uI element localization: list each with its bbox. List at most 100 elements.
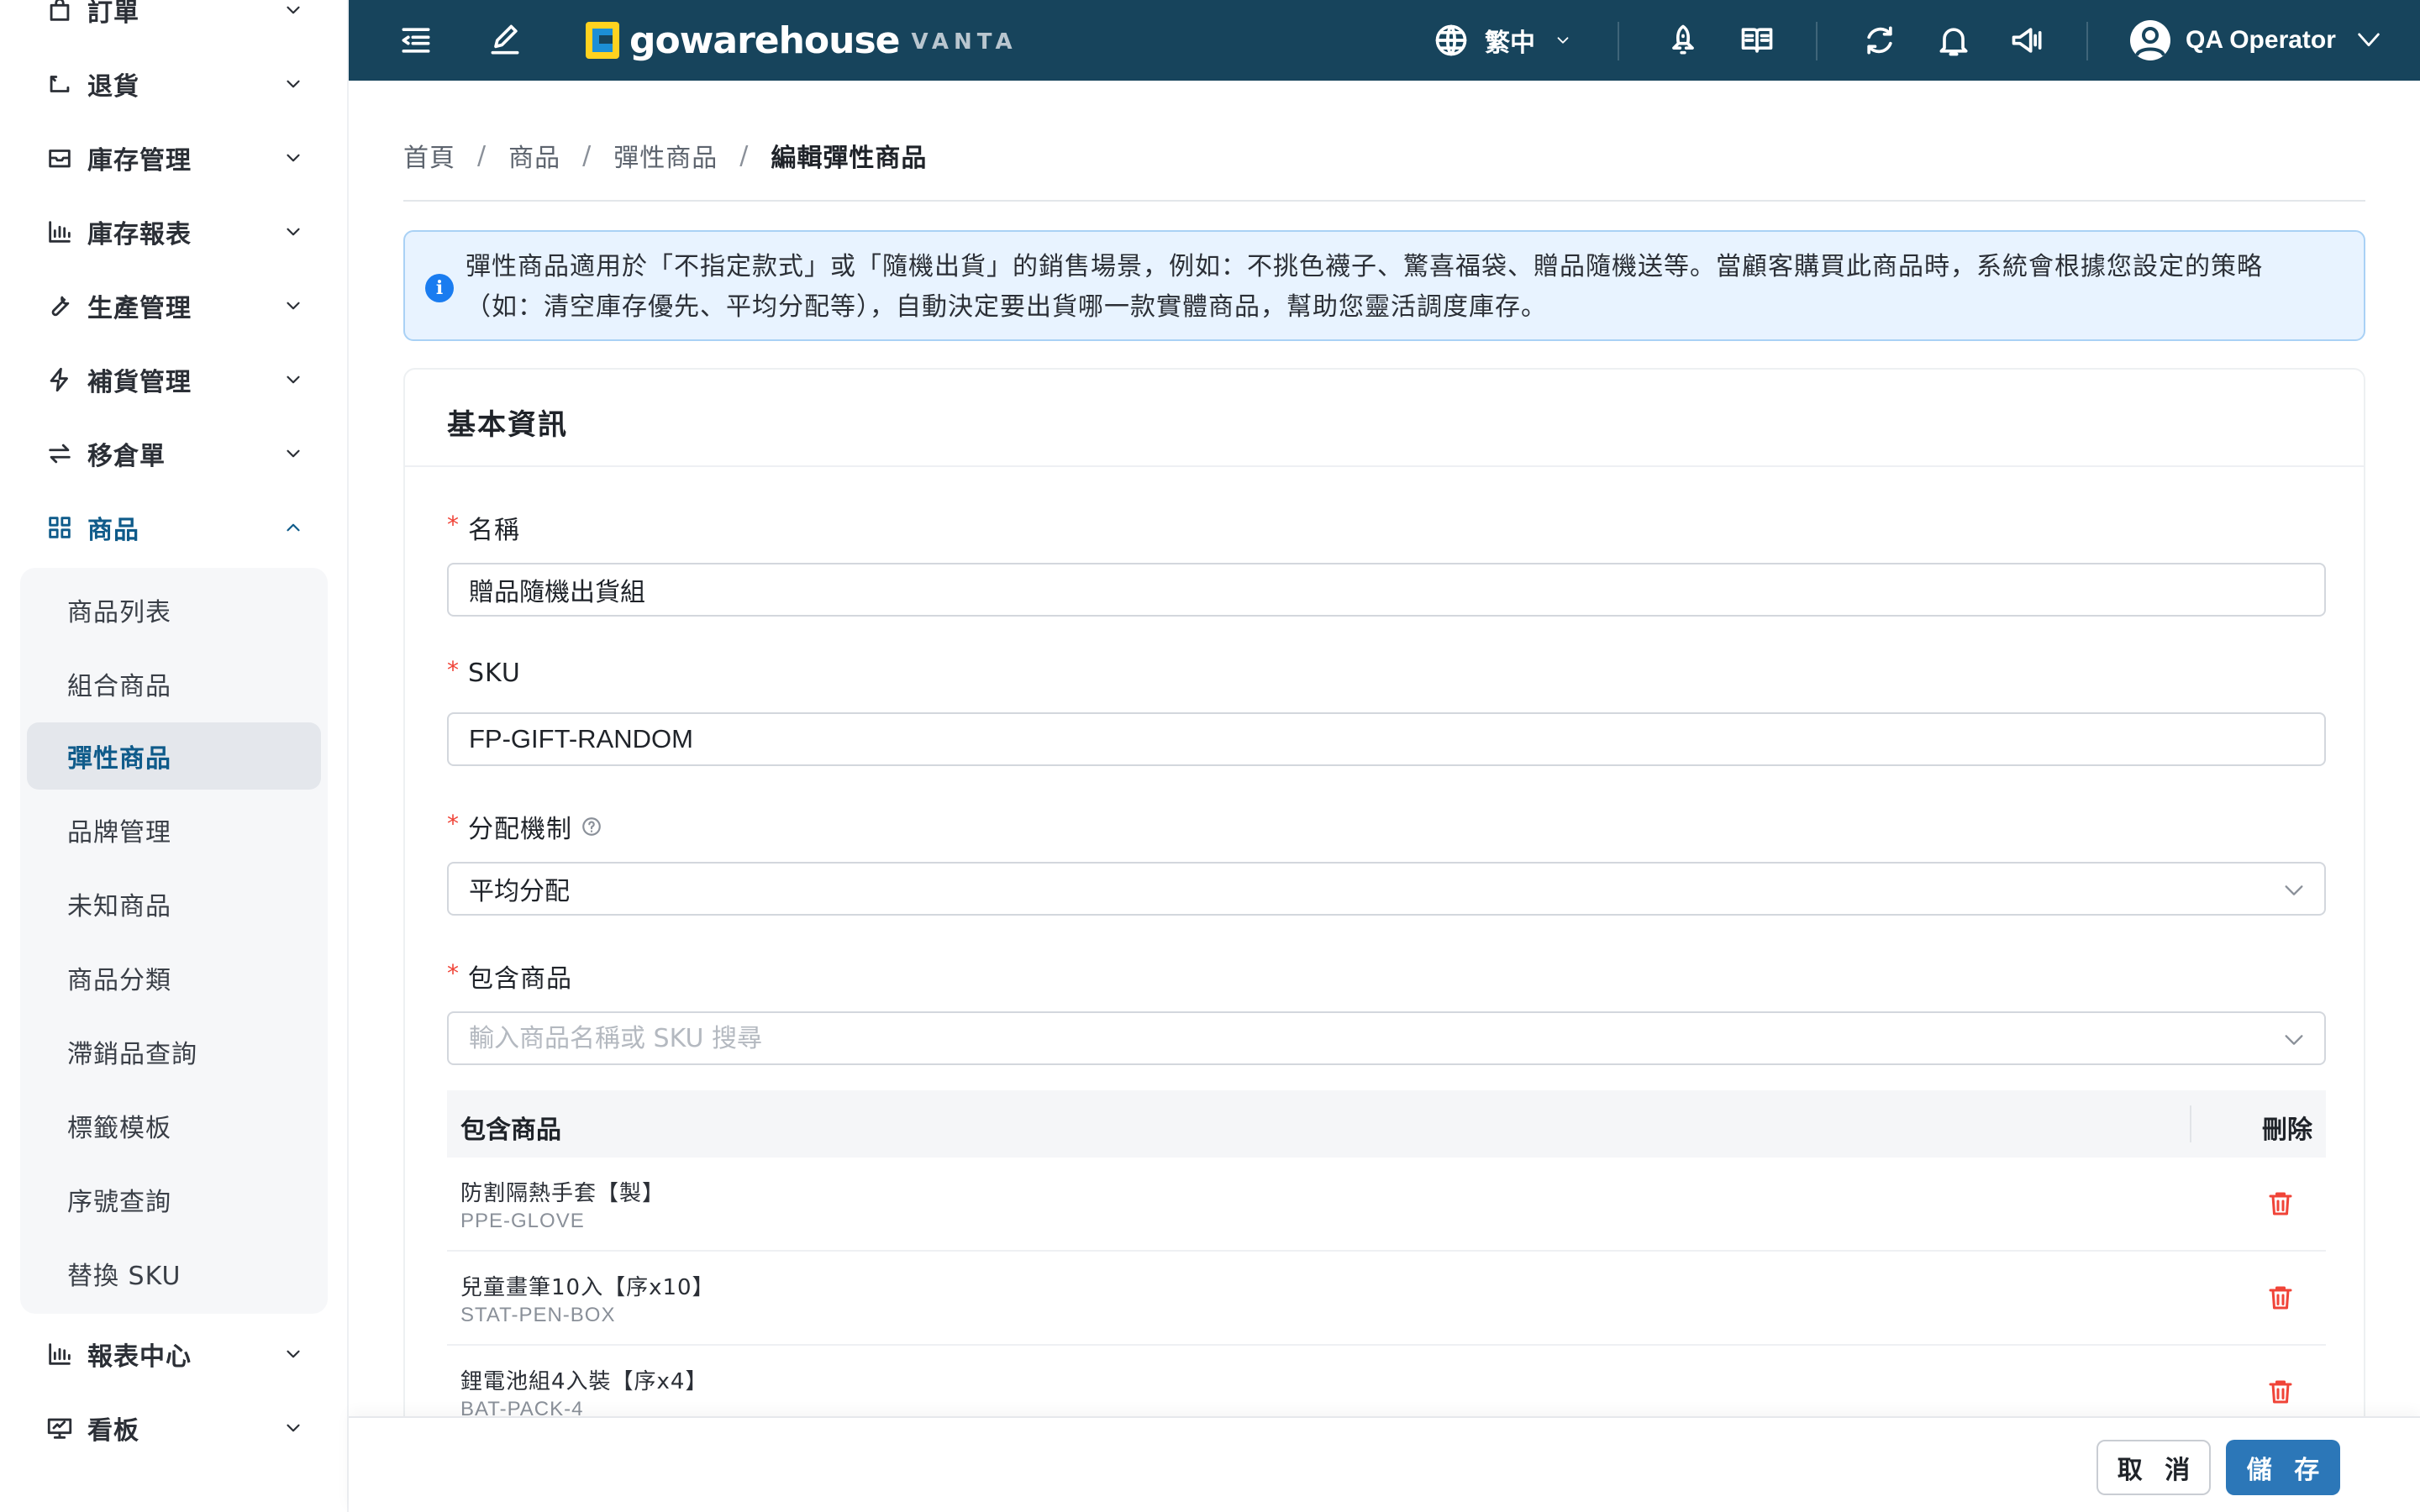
chevron-down-icon bbox=[2282, 879, 2306, 902]
breadcrumb-flexible-products[interactable]: 彈性商品 bbox=[613, 137, 718, 174]
sidebar-item-label: 生產管理 bbox=[87, 294, 192, 323]
chevron-down-icon bbox=[282, 221, 304, 243]
menu-fold-icon[interactable] bbox=[397, 22, 434, 59]
sidebar-item-label: 移倉單 bbox=[87, 442, 166, 471]
logo-subtitle: VANTA bbox=[911, 29, 1018, 55]
sidebar-item-inventory[interactable]: 庫存管理 bbox=[27, 133, 329, 183]
edit-icon[interactable] bbox=[487, 22, 523, 59]
bar-chart-icon bbox=[45, 1340, 74, 1368]
submenu-item-label-templates[interactable]: 標籤模板 bbox=[27, 1092, 321, 1159]
submenu-item-replace-sku[interactable]: 替換 SKU bbox=[27, 1240, 321, 1307]
sidebar-item-report-center[interactable]: 報表中心 bbox=[27, 1329, 329, 1379]
inbox-icon bbox=[45, 144, 74, 172]
sidebar-item-transfer[interactable]: 移倉單 bbox=[27, 428, 329, 479]
bell-icon[interactable] bbox=[1935, 22, 1972, 59]
question-circle-icon[interactable] bbox=[581, 816, 602, 837]
return-icon bbox=[45, 70, 74, 98]
sidebar-item-products[interactable]: 商品 bbox=[27, 502, 329, 553]
sidebar-item-label: 退貨 bbox=[87, 72, 139, 102]
table-row: 兒童畫筆10入【序x10】 STAT-PEN-BOX bbox=[447, 1252, 2326, 1346]
form-footer: 取 消 儲 存 bbox=[349, 1416, 2420, 1512]
book-icon[interactable] bbox=[1739, 22, 1776, 59]
logo-text: gowarehouse bbox=[629, 18, 901, 62]
topbar-divider bbox=[1618, 22, 1619, 60]
name-field[interactable]: 贈品隨機出貨組 bbox=[447, 563, 2326, 617]
sidebar-item-label: 庫存報表 bbox=[87, 220, 192, 249]
sku-field-label: * SKU bbox=[447, 656, 521, 688]
chevron-down-icon bbox=[282, 73, 304, 95]
submenu-item-slow-moving[interactable]: 滯銷品查詢 bbox=[27, 1018, 321, 1085]
submenu-item-flexible-products[interactable]: 彈性商品 bbox=[27, 722, 321, 790]
column-header-delete: 刪除 bbox=[2262, 1116, 2312, 1145]
sidebar-item-label: 報表中心 bbox=[87, 1342, 192, 1372]
product-sku: PPE-GLOVE bbox=[460, 1210, 585, 1232]
chevron-down-icon bbox=[282, 1343, 304, 1365]
allocation-select[interactable]: 平均分配 bbox=[447, 862, 2326, 916]
sku-field[interactable]: FP-GIFT-RANDOM bbox=[447, 712, 2326, 766]
submenu-item-bundle-products[interactable]: 組合商品 bbox=[27, 650, 321, 717]
chevron-down-icon bbox=[1554, 31, 1572, 50]
submenu-item-product-list[interactable]: 商品列表 bbox=[27, 576, 321, 643]
sidebar-item-replenishment[interactable]: 補貨管理 bbox=[27, 354, 329, 405]
submenu-item-categories[interactable]: 商品分類 bbox=[27, 944, 321, 1011]
shopping-bag-icon bbox=[45, 0, 74, 24]
wrench-icon bbox=[45, 291, 74, 320]
chevron-down-icon bbox=[2282, 1028, 2306, 1052]
product-name: 防割隔熱手套【製】 bbox=[460, 1181, 666, 1206]
name-label-text: 名稱 bbox=[468, 516, 520, 545]
info-icon: i bbox=[425, 274, 454, 302]
sidebar-item-label: 訂單 bbox=[87, 0, 139, 28]
sidebar-item-orders[interactable]: 訂單 bbox=[27, 0, 329, 35]
sidebar-item-dashboard[interactable]: 看板 bbox=[27, 1403, 329, 1453]
refresh-icon[interactable] bbox=[1861, 22, 1898, 59]
sidebar-item-label: 庫存管理 bbox=[87, 146, 192, 176]
product-search-input[interactable] bbox=[469, 1023, 2233, 1053]
user-icon bbox=[2130, 20, 2170, 60]
sidebar-item-label: 商品 bbox=[87, 516, 139, 545]
chevron-up-icon bbox=[282, 517, 304, 538]
user-menu[interactable]: QA Operator bbox=[2130, 18, 2383, 62]
cancel-button[interactable]: 取 消 bbox=[2096, 1440, 2211, 1495]
language-selector[interactable]: 繁中 bbox=[1433, 18, 1572, 62]
trash-icon[interactable] bbox=[2265, 1376, 2296, 1408]
table-header: 包含商品 刪除 bbox=[447, 1090, 2326, 1158]
lightning-icon bbox=[45, 365, 74, 394]
included-label-text: 包含商品 bbox=[468, 964, 572, 994]
chevron-down-icon bbox=[282, 147, 304, 169]
column-divider bbox=[2190, 1105, 2191, 1142]
chevron-down-icon bbox=[2354, 26, 2383, 55]
sidebar-item-production[interactable]: 生產管理 bbox=[27, 281, 329, 331]
section-divider bbox=[405, 465, 2364, 467]
section-title: 基本資訊 bbox=[447, 408, 568, 442]
trash-icon[interactable] bbox=[2265, 1188, 2296, 1220]
required-mark: * bbox=[447, 510, 460, 538]
breadcrumb-separator: / bbox=[739, 140, 750, 171]
allocation-value: 平均分配 bbox=[469, 877, 570, 906]
transfer-icon bbox=[45, 439, 74, 468]
submenu-item-unknown-products[interactable]: 未知商品 bbox=[27, 870, 321, 937]
trash-icon[interactable] bbox=[2265, 1282, 2296, 1314]
user-name: QA Operator bbox=[2186, 26, 2336, 54]
sku-value: FP-GIFT-RANDOM bbox=[469, 724, 693, 753]
info-alert: i 彈性商品適用於「不指定款式」或「隨機出貨」的銷售場景，例如：不挑色襪子、驚喜… bbox=[403, 230, 2365, 341]
required-mark: * bbox=[447, 958, 460, 987]
breadcrumb-home[interactable]: 首頁 bbox=[403, 137, 455, 174]
submenu-item-brands[interactable]: 品牌管理 bbox=[27, 796, 321, 864]
submenu-item-serial-lookup[interactable]: 序號查詢 bbox=[27, 1166, 321, 1233]
breadcrumb-products[interactable]: 商品 bbox=[508, 137, 560, 174]
logo-mark-icon bbox=[584, 20, 621, 60]
sidebar-item-returns[interactable]: 退貨 bbox=[27, 59, 329, 109]
save-button[interactable]: 儲 存 bbox=[2226, 1440, 2340, 1495]
chevron-down-icon bbox=[282, 443, 304, 465]
chevron-down-icon bbox=[282, 1417, 304, 1439]
logo[interactable]: gowarehouse VANTA bbox=[584, 17, 1018, 64]
megaphone-icon[interactable] bbox=[2009, 22, 2046, 59]
breadcrumb: 首頁 / 商品 / 彈性商品 / 編輯彈性商品 bbox=[403, 136, 927, 175]
sidebar-item-inventory-report[interactable]: 庫存報表 bbox=[27, 207, 329, 257]
rocket-icon[interactable] bbox=[1665, 22, 1702, 59]
globe-icon bbox=[1433, 22, 1470, 59]
product-search-select[interactable] bbox=[447, 1011, 2326, 1065]
breadcrumb-separator: / bbox=[477, 140, 487, 171]
alert-text: 彈性商品適用於「不指定款式」或「隨機出貨」的銷售場景，例如：不挑色襪子、驚喜福袋… bbox=[466, 252, 2263, 322]
column-header-product: 包含商品 bbox=[460, 1116, 561, 1145]
